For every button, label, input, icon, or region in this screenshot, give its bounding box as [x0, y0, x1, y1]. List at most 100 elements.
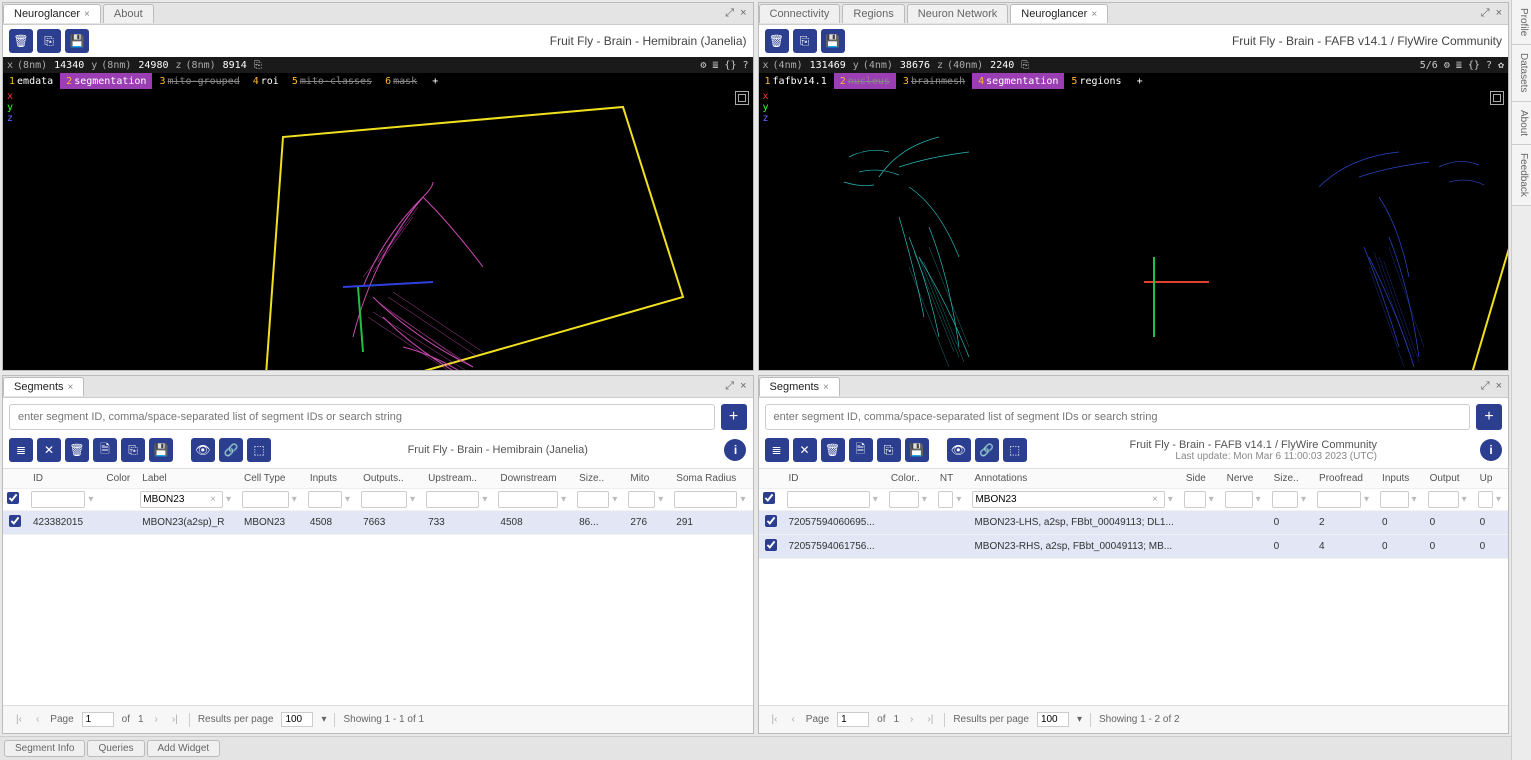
filter-input[interactable]	[242, 491, 289, 508]
sidebar-tab-profile[interactable]: Profile	[1512, 0, 1531, 45]
filter-icon[interactable]: ▾	[1165, 494, 1176, 505]
select-all-checkbox[interactable]	[763, 492, 775, 504]
copy-icon-button[interactable]: ⎘	[793, 29, 817, 53]
table-header[interactable]: Color..	[885, 469, 934, 489]
filter-input[interactable]	[628, 491, 655, 508]
filter-input[interactable]	[674, 491, 737, 508]
add-segment-button[interactable]: +	[721, 404, 747, 430]
btab-segment-info[interactable]: Segment Info	[4, 740, 85, 757]
row-checkbox[interactable]	[765, 539, 777, 551]
filter-icon[interactable]: ▾	[1493, 494, 1504, 505]
close-icon[interactable]: ×	[68, 382, 74, 393]
filter-icon[interactable]: ▾	[85, 494, 96, 505]
expand-icon[interactable]: ⤢	[725, 380, 734, 393]
clear-icon-button[interactable]: ✕	[37, 438, 61, 462]
doc-icon-button[interactable]: 🗎	[849, 438, 873, 462]
filter-icon[interactable]: ▾	[655, 494, 666, 505]
save-icon-button[interactable]: 💾	[821, 29, 845, 53]
table-header[interactable]: Downstream	[494, 469, 573, 489]
filter-input[interactable]	[1317, 491, 1361, 508]
copy-icon-button[interactable]: ⎘	[37, 29, 61, 53]
last-page-icon[interactable]: ›|	[924, 714, 936, 725]
save-icon-button[interactable]: 💾	[905, 438, 929, 462]
filter-id-input[interactable]	[787, 491, 870, 508]
filter-input[interactable]	[498, 491, 558, 508]
tab-connectivity[interactable]: Connectivity	[759, 4, 841, 23]
link-icon-button[interactable]: 🔗	[975, 438, 999, 462]
table-header[interactable]: Upstream..	[422, 469, 494, 489]
add-segment-button[interactable]: +	[1476, 404, 1502, 430]
dropdown-icon[interactable]: ▾	[321, 714, 326, 725]
eye-icon-button[interactable]: 👁	[191, 438, 215, 462]
ng-viewer-right[interactable]: x(4nm)131469 y(4nm)38676 z(40nm)2240 ⎘ 5…	[759, 57, 1509, 370]
expand-icon[interactable]: ⤢	[725, 7, 734, 20]
braces-icon[interactable]: {}	[1468, 60, 1480, 71]
filter-input[interactable]	[1225, 491, 1253, 508]
save-icon-button[interactable]: 💾	[149, 438, 173, 462]
btab-queries[interactable]: Queries	[87, 740, 144, 757]
filter-input[interactable]	[1380, 491, 1408, 508]
table-header[interactable]: NT	[934, 469, 969, 489]
trash-icon-button[interactable]: 🗑	[765, 29, 789, 53]
close-icon[interactable]: ×	[823, 382, 829, 393]
tab-neuroglancer-right[interactable]: Neuroglancer×	[1010, 4, 1108, 23]
select-all-checkbox[interactable]	[7, 492, 19, 504]
table-header[interactable]: Size..	[1268, 469, 1313, 489]
table-header[interactable]: Soma Radius	[670, 469, 752, 489]
layer-pill[interactable]: 2segmentation	[60, 73, 153, 89]
close-icon[interactable]: ×	[84, 9, 90, 20]
filter-input[interactable]	[426, 491, 479, 508]
ng-viewer-left[interactable]: x(8nm)14340 y(8nm)24980 z(8nm)8914 ⎘ ⚙ ≣…	[3, 57, 753, 370]
clear-filter-icon[interactable]: ×	[1152, 494, 1158, 505]
layer-pill[interactable]: 4segmentation	[972, 73, 1065, 89]
doc-icon-button[interactable]: 🗎	[93, 438, 117, 462]
page-input[interactable]	[82, 712, 114, 727]
filter-icon[interactable]: ▾	[1253, 494, 1264, 505]
table-header[interactable]: ID	[783, 469, 885, 489]
layer-pill[interactable]: 3brainmesh	[897, 73, 972, 89]
layer-pill[interactable]: 4roi	[247, 73, 286, 89]
segment-search-input[interactable]	[765, 404, 1471, 430]
expand-icon[interactable]: ⤢	[1481, 7, 1490, 20]
filter-input[interactable]	[361, 491, 407, 508]
expand-icon[interactable]: ⤢	[1481, 380, 1490, 393]
close-panel-icon[interactable]: ×	[740, 7, 746, 20]
layer-pill[interactable]: 1emdata	[3, 73, 60, 89]
copy-icon-button[interactable]: ⎘	[877, 438, 901, 462]
table-row[interactable]: 423382015MBON23(a2sp)_RMBON2345087663733…	[3, 511, 753, 535]
layer-pill[interactable]: 1fafbv14.1	[759, 73, 834, 89]
layers-icon[interactable]: ≣	[712, 60, 718, 71]
link-icon-button[interactable]: 🔗	[219, 438, 243, 462]
row-checkbox[interactable]	[765, 515, 777, 527]
list-icon-button[interactable]: ≣	[9, 438, 33, 462]
tab-regions[interactable]: Regions	[842, 4, 904, 23]
table-header[interactable]: Up	[1474, 469, 1508, 489]
copy-icon-button[interactable]: ⎘	[121, 438, 145, 462]
prev-page-icon[interactable]: ‹	[33, 714, 42, 725]
layer-pill[interactable]: 5mito-classes	[286, 73, 379, 89]
table-row[interactable]: 72057594061756...MBON23-RHS, a2sp, FBbt_…	[759, 535, 1509, 559]
save-icon-button[interactable]: 💾	[65, 29, 89, 53]
segment-search-input[interactable]	[9, 404, 715, 430]
table-header[interactable]	[3, 469, 27, 489]
layer-pill[interactable]: 5regions	[1065, 73, 1128, 89]
row-checkbox[interactable]	[9, 515, 21, 527]
filter-input[interactable]	[1184, 491, 1206, 508]
table-header[interactable]: Proofread	[1313, 469, 1376, 489]
graph-icon-button[interactable]: ⬚	[1003, 438, 1027, 462]
filter-input[interactable]	[1478, 491, 1493, 508]
layer-pill[interactable]: 6mask	[379, 73, 424, 89]
layer-pill[interactable]: 3mito-grouped	[153, 73, 246, 89]
settings-icon[interactable]: ✿	[1498, 60, 1504, 71]
table-header[interactable]: Output	[1424, 469, 1474, 489]
filter-input[interactable]	[1272, 491, 1298, 508]
table-header[interactable]: Cell Type	[238, 469, 304, 489]
filter-icon[interactable]: ▾	[1298, 494, 1309, 505]
filter-input[interactable]	[1428, 491, 1459, 508]
sidebar-tab-about[interactable]: About	[1512, 102, 1531, 145]
list-icon-button[interactable]: ≣	[765, 438, 789, 462]
add-layer-button[interactable]: +	[424, 73, 447, 89]
close-panel-icon[interactable]: ×	[740, 380, 746, 393]
trash-icon-button[interactable]: 🗑	[821, 438, 845, 462]
filter-icon[interactable]: ▾	[737, 494, 748, 505]
